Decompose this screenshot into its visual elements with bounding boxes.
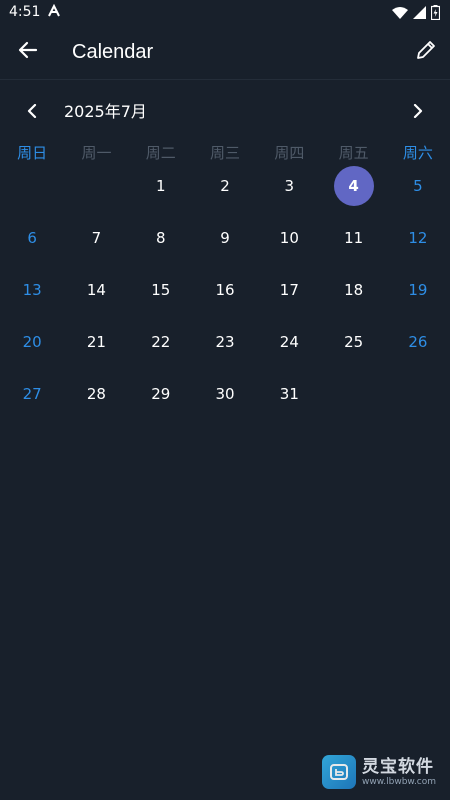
day-cell[interactable]: 15 bbox=[129, 264, 193, 316]
day-number: 9 bbox=[220, 229, 230, 247]
day-cell[interactable]: 25 bbox=[321, 316, 385, 368]
day-cell[interactable]: 30 bbox=[193, 368, 257, 420]
day-cell[interactable]: 5 bbox=[386, 160, 450, 212]
day-number: 4 bbox=[333, 166, 374, 206]
day-number: 10 bbox=[279, 229, 299, 247]
watermark-url: www.lbwbw.com bbox=[362, 776, 437, 787]
day-cell[interactable]: 23 bbox=[193, 316, 257, 368]
calendar-grid: 1 2 3 4 5 6 7 8 9 10 11 12 13 14 15 16 17 18 19 20 21 22 23 24 2… bbox=[0, 160, 450, 420]
day-number: 14 bbox=[86, 281, 106, 299]
day-cell[interactable]: 11 bbox=[321, 212, 385, 264]
day-cell[interactable]: 13 bbox=[0, 264, 64, 316]
day-number: 26 bbox=[408, 333, 428, 351]
empty-day-cell bbox=[64, 160, 128, 212]
day-number: 7 bbox=[91, 229, 102, 247]
day-cell[interactable]: 27 bbox=[0, 368, 64, 420]
day-cell[interactable]: 14 bbox=[64, 264, 128, 316]
day-number: 1 bbox=[155, 177, 166, 195]
day-cell[interactable]: 19 bbox=[386, 264, 450, 316]
day-number: 2 bbox=[220, 177, 230, 195]
day-number: 21 bbox=[86, 333, 106, 351]
month-navigation: 2025年7月 bbox=[0, 92, 450, 132]
app-bar: Calendar bbox=[0, 24, 450, 80]
watermark-logo-icon bbox=[322, 755, 356, 789]
day-cell[interactable]: 26 bbox=[386, 316, 450, 368]
battery-icon bbox=[431, 4, 440, 20]
day-number: 17 bbox=[279, 281, 299, 299]
chevron-right-icon bbox=[412, 103, 424, 122]
day-number: 19 bbox=[408, 281, 428, 299]
day-cell[interactable]: 17 bbox=[257, 264, 321, 316]
watermark: 灵宝软件 www.lbwbw.com bbox=[322, 752, 444, 792]
day-number: 5 bbox=[413, 177, 423, 195]
day-cell[interactable]: 29 bbox=[129, 368, 193, 420]
day-number: 27 bbox=[22, 385, 42, 403]
day-cell[interactable]: 7 bbox=[64, 212, 128, 264]
status-time: 4:51 bbox=[9, 4, 41, 20]
day-cell[interactable]: 12 bbox=[386, 212, 450, 264]
day-cell[interactable]: 8 bbox=[129, 212, 193, 264]
day-cell[interactable]: 21 bbox=[64, 316, 128, 368]
day-cell[interactable]: 3 bbox=[257, 160, 321, 212]
watermark-name: 灵宝软件 bbox=[362, 756, 434, 777]
back-button[interactable] bbox=[14, 38, 42, 66]
day-number: 18 bbox=[344, 281, 364, 299]
day-cell[interactable]: 2 bbox=[193, 160, 257, 212]
pencil-icon bbox=[415, 39, 437, 65]
day-number: 16 bbox=[215, 281, 235, 299]
day-number: 13 bbox=[22, 281, 42, 299]
day-number: 15 bbox=[151, 281, 171, 299]
a-notification-icon bbox=[47, 3, 61, 22]
edit-button[interactable] bbox=[412, 38, 440, 66]
empty-day-cell bbox=[386, 368, 450, 420]
day-cell[interactable]: 9 bbox=[193, 212, 257, 264]
previous-month-button[interactable] bbox=[20, 100, 44, 124]
day-number: 22 bbox=[151, 333, 171, 351]
chevron-left-icon bbox=[26, 103, 38, 122]
day-number: 3 bbox=[284, 177, 295, 195]
day-cell[interactable]: 24 bbox=[257, 316, 321, 368]
day-cell[interactable]: 28 bbox=[64, 368, 128, 420]
wifi-icon bbox=[392, 6, 408, 19]
day-number: 24 bbox=[279, 333, 299, 351]
page-title: Calendar bbox=[72, 41, 154, 63]
day-number: 11 bbox=[344, 229, 364, 247]
day-number: 29 bbox=[151, 385, 171, 403]
empty-day-cell bbox=[321, 368, 385, 420]
day-cell[interactable]: 10 bbox=[257, 212, 321, 264]
day-number: 31 bbox=[279, 385, 299, 403]
day-cell[interactable]: 1 bbox=[129, 160, 193, 212]
day-number: 20 bbox=[22, 333, 42, 351]
day-cell[interactable]: 31 bbox=[257, 368, 321, 420]
empty-day-cell bbox=[0, 160, 64, 212]
day-number: 25 bbox=[344, 333, 364, 351]
selected-day-cell[interactable]: 4 bbox=[321, 160, 385, 212]
day-cell[interactable]: 16 bbox=[193, 264, 257, 316]
day-cell[interactable]: 18 bbox=[321, 264, 385, 316]
month-label: 2025年7月 bbox=[64, 102, 147, 121]
day-number: 30 bbox=[215, 385, 235, 403]
day-cell[interactable]: 20 bbox=[0, 316, 64, 368]
day-number: 28 bbox=[86, 385, 106, 403]
day-number: 8 bbox=[155, 229, 166, 247]
status-bar: 4:51 bbox=[0, 0, 450, 24]
arrow-left-icon bbox=[18, 40, 38, 64]
day-cell[interactable]: 6 bbox=[0, 212, 64, 264]
day-number: 23 bbox=[215, 333, 235, 351]
day-cell[interactable]: 22 bbox=[129, 316, 193, 368]
day-number: 12 bbox=[408, 229, 428, 247]
next-month-button[interactable] bbox=[406, 100, 430, 124]
signal-icon bbox=[413, 5, 426, 19]
day-number: 6 bbox=[27, 229, 37, 247]
